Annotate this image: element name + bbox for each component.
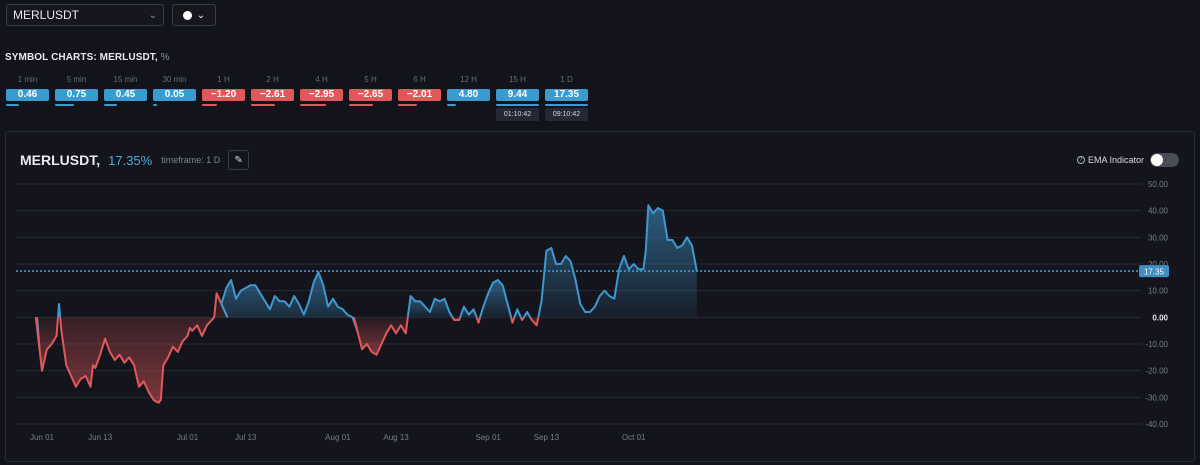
x-tick-label: Jun 13 xyxy=(88,433,113,442)
x-tick-label: Sep 13 xyxy=(534,433,560,442)
timeframe-cell[interactable]: 5 min 0.75 xyxy=(54,75,103,123)
timeframe-strength-bar xyxy=(545,104,588,106)
section-title: SYMBOL CHARTS: MERLUSDT, % xyxy=(5,52,170,63)
section-title-text: SYMBOL CHARTS: MERLUSDT, xyxy=(5,52,158,63)
timeframe-changes: 1 min 0.46 5 min 0.75 15 min 0.45 30 min 0.05 1 … xyxy=(5,75,593,123)
negative-area xyxy=(60,293,228,403)
timeframe-label: 1 H xyxy=(217,75,230,84)
timeframe-label: 4 H xyxy=(315,75,328,84)
timeframe-value-badge: −2.61 xyxy=(251,89,294,101)
timeframe-value-badge: 0.45 xyxy=(104,89,147,101)
y-tick-label: 0.00 xyxy=(1152,313,1168,322)
timeframe-label: 5 H xyxy=(364,75,377,84)
chart-timeframe: timeframe: 1 D xyxy=(161,155,221,165)
timeframe-strength-bar xyxy=(496,104,539,106)
timeframe-label: 30 min xyxy=(162,75,187,84)
x-tick-label: Aug 13 xyxy=(383,433,409,442)
timeframe-cell[interactable]: 15 H 9.44 01:10:42 xyxy=(495,75,544,123)
y-tick-label: 40.00 xyxy=(1148,207,1169,216)
timeframe-value-badge: −2.65 xyxy=(349,89,392,101)
timeframe-strength-bar xyxy=(55,104,74,106)
y-tick-label: -20.00 xyxy=(1145,367,1168,376)
chevron-down-icon: ⌄ xyxy=(148,9,157,21)
timeframe-cell[interactable]: 1 D 17.35 09:10:42 xyxy=(544,75,593,123)
timeframe-strength-bar xyxy=(202,104,217,106)
section-title-unit: % xyxy=(160,52,170,63)
timeframe-label: 6 H xyxy=(413,75,426,84)
timeframe-strength-bar xyxy=(447,104,456,106)
chart-panel: 50.00 40.00 30.00 20.00 10.00 0.00 -10.00 -20.0… xyxy=(5,131,1195,462)
y-tick-label: -40.00 xyxy=(1145,420,1168,429)
timeframe-cell[interactable]: 5 H −2.65 xyxy=(348,75,397,123)
timeframe-cell[interactable]: 12 H 4.80 xyxy=(446,75,495,123)
ema-toggle[interactable] xyxy=(1150,153,1179,167)
chart-symbol: MERLUSDT, xyxy=(20,152,101,168)
timeframe-label: 15 min xyxy=(113,75,138,84)
timeframe-label: 5 min xyxy=(66,75,87,84)
timeframe-cell[interactable]: 30 min 0.05 xyxy=(152,75,201,123)
timeframe-cell[interactable]: 1 H −1.20 xyxy=(201,75,250,123)
x-tick-label: Oct 01 xyxy=(622,433,646,442)
timeframe-value-badge: 0.46 xyxy=(6,89,49,101)
timeframe-cell[interactable]: 15 min 0.45 xyxy=(103,75,152,123)
timeframe-label: 15 H xyxy=(509,75,526,84)
x-tick-label: Sep 01 xyxy=(476,433,502,442)
chevron-down-icon: ⌄ xyxy=(196,9,206,21)
timeframe-cell[interactable]: 1 min 0.46 xyxy=(5,75,54,123)
timeframe-cell[interactable]: 6 H −2.01 xyxy=(397,75,446,123)
timeframe-label: 12 H xyxy=(460,75,477,84)
timeframe-label: 1 min xyxy=(17,75,38,84)
x-tick-label: Aug 01 xyxy=(325,433,351,442)
timeframe-strength-bar xyxy=(398,104,417,106)
timeframe-value-badge: −1.20 xyxy=(202,89,245,101)
timeframe-strength-bar xyxy=(6,104,19,106)
timeframe-cell[interactable]: 2 H −2.61 xyxy=(250,75,299,123)
timeframe-value-badge: −2.01 xyxy=(398,89,441,101)
timeframe-cell[interactable]: 4 H −2.95 xyxy=(299,75,348,123)
symbol-select[interactable]: MERLUSDT ⌄ xyxy=(6,4,164,26)
draw-tool-button[interactable]: ✎ xyxy=(228,150,250,170)
timeframe-timer: 01:10:42 xyxy=(496,108,539,121)
timeframe-label: 1 D xyxy=(560,75,573,84)
y-tick-label: 10.00 xyxy=(1148,287,1169,296)
timeframe-value-badge: 9.44 xyxy=(496,89,539,101)
x-tick-label: Jul 13 xyxy=(235,433,257,442)
x-tick-label: Jul 01 xyxy=(177,433,199,442)
timeframe-value-badge: 17.35 xyxy=(545,89,588,101)
y-tick-label: 50.00 xyxy=(1148,180,1169,189)
price-chart[interactable]: 50.0040.0030.0020.0010.000.00-10.00-20.0… xyxy=(6,132,1196,463)
timeframe-label: 2 H xyxy=(266,75,279,84)
timeframe-strength-bar xyxy=(104,104,117,106)
chart-header: MERLUSDT, 17.35% timeframe: 1 D ✎ xyxy=(20,150,250,170)
timeframe-value-badge: 0.75 xyxy=(55,89,98,101)
pen-icon: ✎ xyxy=(234,154,243,166)
timeframe-strength-bar xyxy=(300,104,326,106)
positive-line xyxy=(57,303,62,318)
symbol-select-value: MERLUSDT xyxy=(13,8,80,22)
x-tick-label: Jun 01 xyxy=(30,433,55,442)
y-tick-label: -30.00 xyxy=(1145,393,1168,402)
top-bar: MERLUSDT ⌄ ⌄ xyxy=(6,4,216,26)
ema-label: EMA Indicator xyxy=(1087,155,1144,165)
timeframe-strength-bar xyxy=(349,104,373,106)
positive-area xyxy=(221,272,358,331)
y-tick-label: 30.00 xyxy=(1148,233,1169,242)
chart-change: 17.35% xyxy=(108,152,153,168)
timeframe-timer: 09:10:42 xyxy=(545,108,588,121)
color-dot-icon xyxy=(182,10,192,20)
y-tick-label: -10.00 xyxy=(1145,340,1168,349)
color-select[interactable]: ⌄ xyxy=(172,4,216,26)
timeframe-value-badge: 4.80 xyxy=(447,89,490,101)
timeframe-strength-bar xyxy=(251,104,275,106)
ema-toggle-knob xyxy=(1151,154,1163,166)
info-icon[interactable]: ? xyxy=(1076,156,1085,164)
current-value-label: 17.35 xyxy=(1144,268,1165,277)
timeframe-value-badge: 0.05 xyxy=(153,89,196,101)
ema-indicator: ? EMA Indicator xyxy=(1076,153,1179,167)
timeframe-value-badge: −2.95 xyxy=(300,89,343,101)
timeframe-strength-bar xyxy=(153,104,157,106)
